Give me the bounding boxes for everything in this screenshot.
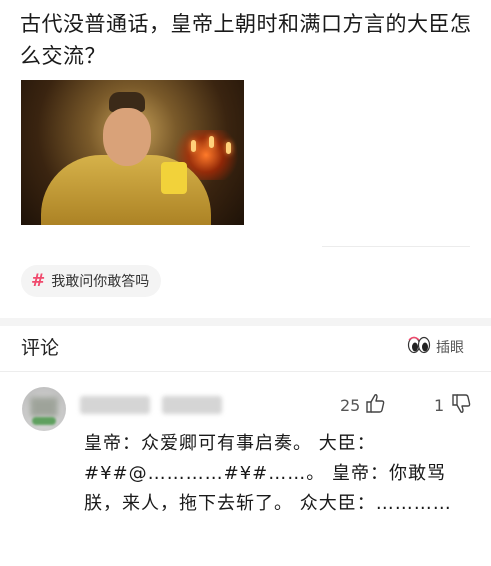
username-redacted-2 (162, 396, 222, 414)
sort-label[interactable]: 插眼 (436, 337, 464, 357)
content-separator (322, 246, 470, 247)
section-divider (0, 318, 491, 326)
eyes-icon[interactable] (407, 336, 431, 354)
like-count: 25 (340, 396, 361, 415)
comment-text: 皇帝：众爱卿可有事启奏。 大臣：#¥#@…………#¥#……。 皇帝：你敢骂朕，来… (84, 433, 452, 514)
comments-header-divider (0, 371, 491, 372)
thumbs-down-icon[interactable] (450, 393, 472, 415)
comments-title: 评论 (21, 337, 60, 359)
hashtag-icon: # (31, 271, 46, 291)
avatar[interactable] (22, 387, 66, 431)
topic-tag-label: 我敢问你敢答吗 (51, 274, 150, 290)
topic-tag[interactable]: # 我敢问你敢答吗 (21, 265, 162, 297)
dislike-count: 1 (434, 396, 445, 415)
thumbs-up-icon[interactable] (364, 392, 386, 414)
post-image[interactable] (21, 80, 244, 225)
post-title: 古代没普通话，皇帝上朝时和满口方言的大臣怎么交流？ (20, 12, 472, 68)
username-redacted (80, 396, 150, 414)
